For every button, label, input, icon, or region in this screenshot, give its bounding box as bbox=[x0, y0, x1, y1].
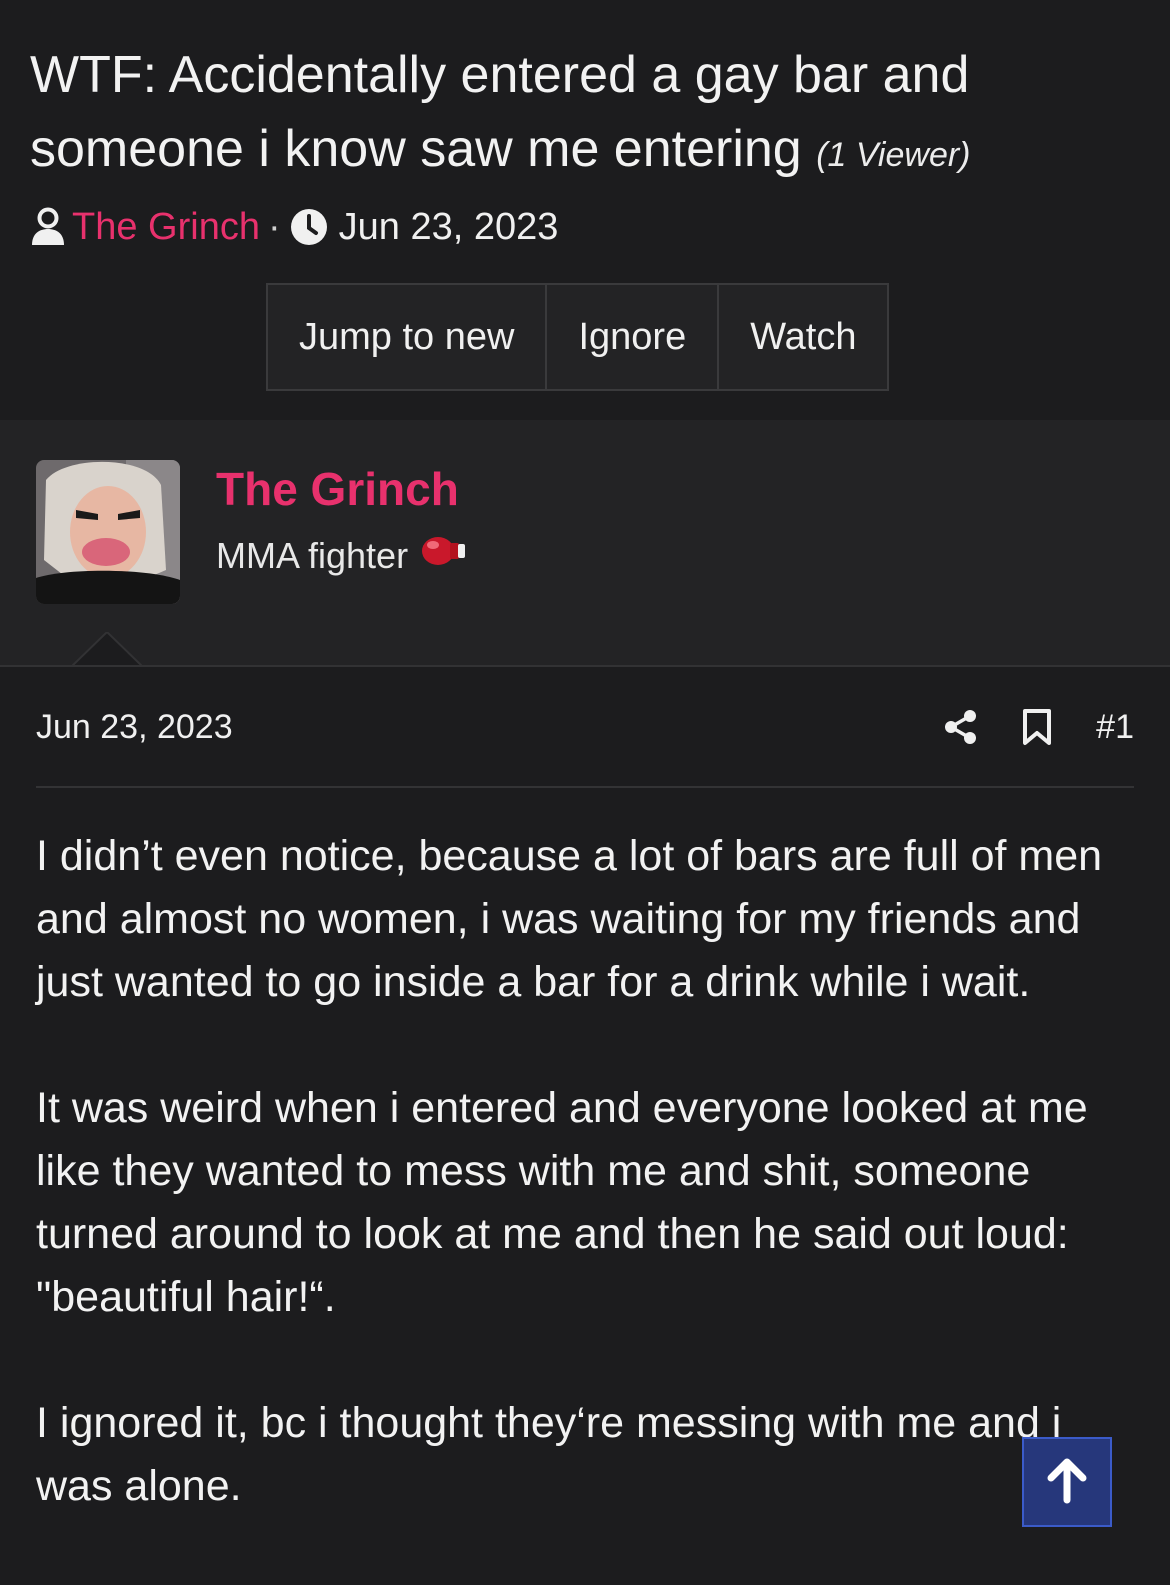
section-divider bbox=[0, 665, 1170, 667]
thread-date-link[interactable]: Jun 23, 2023 bbox=[339, 206, 559, 249]
arrow-up-icon bbox=[1045, 1456, 1089, 1509]
post-author-block: The Grinch MMA fighter bbox=[0, 420, 1170, 665]
post-actions: #1 bbox=[900, 708, 1134, 747]
post-date-link[interactable]: Jun 23, 2023 bbox=[36, 708, 233, 747]
post-rule bbox=[36, 786, 1134, 788]
share-icon[interactable] bbox=[944, 709, 978, 745]
scroll-to-top-button[interactable] bbox=[1022, 1437, 1112, 1527]
thread-title: WTF: Accidentally entered a gay bar and … bbox=[30, 38, 1130, 192]
thread-meta: The Grinch · Jun 23, 2023 bbox=[30, 200, 558, 254]
meta-separator: · bbox=[267, 205, 281, 248]
post-body: I didn’t even notice, because a lot of b… bbox=[36, 825, 1136, 1581]
user-icon bbox=[30, 207, 66, 247]
user-title: MMA fighter bbox=[216, 534, 409, 576]
bookmark-icon[interactable] bbox=[1022, 708, 1052, 746]
post-username[interactable]: The Grinch bbox=[216, 462, 459, 516]
post-meta: Jun 23, 2023 #1 bbox=[36, 700, 1134, 754]
thread-actions: Jump to new Ignore Watch bbox=[266, 283, 890, 391]
post-pointer bbox=[72, 632, 142, 666]
thread-author-link[interactable]: The Grinch bbox=[72, 206, 260, 249]
watch-button[interactable]: Watch bbox=[717, 285, 887, 389]
ignore-button[interactable]: Ignore bbox=[545, 285, 717, 389]
avatar[interactable] bbox=[36, 460, 180, 604]
viewer-count[interactable]: (1 Viewer) bbox=[816, 136, 970, 174]
post-paragraph: I ignored it, bc i thought they‘re messi… bbox=[36, 1399, 1062, 1510]
post-paragraph: It was weird when i entered and everyone… bbox=[36, 1084, 1088, 1321]
post-number-link[interactable]: #1 bbox=[1096, 708, 1134, 747]
thread-header: WTF: Accidentally entered a gay bar and … bbox=[0, 0, 1170, 420]
user-title-row: MMA fighter bbox=[216, 534, 466, 577]
clock-icon bbox=[289, 207, 329, 247]
boxing-glove-icon bbox=[408, 534, 466, 577]
jump-to-new-button[interactable]: Jump to new bbox=[268, 285, 545, 389]
post-paragraph: I didn’t even notice, because a lot of b… bbox=[36, 832, 1103, 1006]
